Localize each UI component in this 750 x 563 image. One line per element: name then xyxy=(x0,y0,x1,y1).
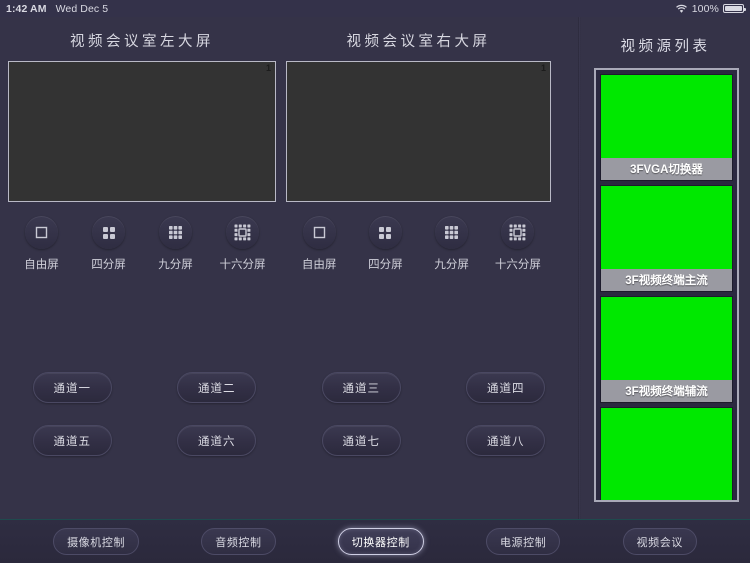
app-root: 1:42 AM Wed Dec 5 100% 视频会议室左大屏 1 自由屏 四分… xyxy=(0,0,750,563)
channel-button-1[interactable]: 通道一 xyxy=(32,372,112,403)
channel-button-6[interactable]: 通道六 xyxy=(177,425,257,456)
mode-label: 九分屏 xyxy=(158,259,193,271)
sidebar-title: 视频源列表 xyxy=(620,39,711,55)
main-panel: 视频会议室左大屏 1 自由屏 四分屏 九分屏 十六分屏 视频会议室右大屏 1 自… xyxy=(0,17,578,519)
mode-label: 四分屏 xyxy=(368,259,403,271)
status-time: 1:42 AM xyxy=(6,2,47,15)
nine-split-icon xyxy=(159,216,192,249)
screen-title-left: 视频会议室左大屏 xyxy=(70,34,214,50)
nine-split-icon xyxy=(435,216,469,249)
video-source-item-4[interactable] xyxy=(600,407,733,500)
channel-button-8[interactable]: 通道八 xyxy=(466,425,546,456)
screen-number-left: 1 xyxy=(265,63,271,73)
tab-switcher-control[interactable]: 切换器控制 xyxy=(337,528,424,555)
status-bar-right: 100% xyxy=(675,2,746,15)
tab-audio-control[interactable]: 音频控制 xyxy=(201,528,276,555)
single-screen-icon xyxy=(25,216,58,249)
channel-row-2: 通道五 通道六 通道七 通道八 xyxy=(0,425,578,456)
channel-cell: 通道七 xyxy=(289,425,434,456)
tab-camera-control[interactable]: 摄像机控制 xyxy=(53,528,140,555)
tab-video-conference[interactable]: 视频会议 xyxy=(622,528,697,555)
mode-label: 十六分屏 xyxy=(494,259,541,271)
status-bar-left: 1:42 AM Wed Dec 5 xyxy=(6,3,108,15)
mode-button-quad-left[interactable]: 四分屏 xyxy=(75,216,142,272)
status-date: Wed Dec 5 xyxy=(55,2,109,15)
wifi-icon xyxy=(675,4,688,14)
channel-button-3[interactable]: 通道三 xyxy=(321,372,401,403)
channel-cell: 通道五 xyxy=(0,425,145,456)
source-caption: 3F视频终端辅流 xyxy=(601,380,732,402)
source-thumbnail xyxy=(601,408,732,500)
tab-power-control[interactable]: 电源控制 xyxy=(485,528,561,555)
screen-group-left: 视频会议室左大屏 1 自由屏 四分屏 九分屏 十六分屏 xyxy=(8,17,276,272)
channel-button-2[interactable]: 通道二 xyxy=(177,372,257,403)
mode-label: 自由屏 xyxy=(301,259,337,271)
channel-cell: 通道一 xyxy=(0,372,145,403)
screen-number-right: 1 xyxy=(540,63,546,73)
quad-split-icon xyxy=(368,216,402,249)
split-modes-right: 自由屏 四分屏 九分屏 十六分屏 xyxy=(286,202,551,272)
battery-full-icon xyxy=(723,4,746,13)
sixteen-split-icon xyxy=(501,216,535,249)
channel-buttons: 通道一 通道二 通道三 通道四 通道五 通道六 通道七 通道八 xyxy=(0,372,578,478)
mode-button-nine-left[interactable]: 九分屏 xyxy=(142,216,209,272)
screen-group-right: 视频会议室右大屏 1 自由屏 四分屏 九分屏 十六分屏 xyxy=(286,17,551,272)
screen-preview-right[interactable]: 1 xyxy=(286,61,551,202)
battery-percent: 100% xyxy=(691,2,719,15)
video-source-sidebar: 视频源列表 3FVGA切换器 3F视频终端主流 3F视频终端辅流 xyxy=(581,17,750,519)
mode-button-sixteen-right[interactable]: 十六分屏 xyxy=(485,216,551,272)
sixteen-split-icon xyxy=(226,216,259,249)
channel-cell: 通道三 xyxy=(289,372,434,403)
screen-title-right: 视频会议室右大屏 xyxy=(346,34,491,50)
mode-button-free-right[interactable]: 自由屏 xyxy=(286,216,352,272)
video-source-item-1[interactable]: 3FVGA切换器 xyxy=(600,74,733,181)
source-caption: 3FVGA切换器 xyxy=(601,158,732,180)
mode-label: 十六分屏 xyxy=(219,259,266,271)
channel-cell: 通道二 xyxy=(145,372,290,403)
quad-split-icon xyxy=(92,216,125,249)
screen-preview-left[interactable]: 1 xyxy=(8,61,276,202)
mode-label: 自由屏 xyxy=(24,259,59,271)
source-caption: 3F视频终端主流 xyxy=(601,269,732,291)
mode-button-sixteen-left[interactable]: 十六分屏 xyxy=(209,216,276,272)
channel-row-1: 通道一 通道二 通道三 通道四 xyxy=(0,372,578,403)
mode-label: 九分屏 xyxy=(434,259,469,271)
video-source-item-2[interactable]: 3F视频终端主流 xyxy=(600,185,733,292)
bottom-tab-bar: 摄像机控制 音频控制 切换器控制 电源控制 视频会议 xyxy=(0,519,750,563)
status-bar: 1:42 AM Wed Dec 5 100% xyxy=(0,0,750,17)
mode-button-quad-right[interactable]: 四分屏 xyxy=(352,216,418,272)
mode-label: 四分屏 xyxy=(91,259,126,271)
channel-button-4[interactable]: 通道四 xyxy=(466,372,546,403)
channel-button-7[interactable]: 通道七 xyxy=(321,425,401,456)
mode-button-nine-right[interactable]: 九分屏 xyxy=(419,216,485,272)
split-modes-left: 自由屏 四分屏 九分屏 十六分屏 xyxy=(8,202,276,272)
video-source-list[interactable]: 3FVGA切换器 3F视频终端主流 3F视频终端辅流 xyxy=(594,68,739,502)
single-screen-icon xyxy=(302,216,336,249)
video-source-item-3[interactable]: 3F视频终端辅流 xyxy=(600,296,733,403)
channel-button-5[interactable]: 通道五 xyxy=(32,425,112,456)
mode-button-free-left[interactable]: 自由屏 xyxy=(8,216,75,272)
channel-cell: 通道六 xyxy=(145,425,290,456)
channel-cell: 通道四 xyxy=(434,372,579,403)
channel-cell: 通道八 xyxy=(434,425,579,456)
